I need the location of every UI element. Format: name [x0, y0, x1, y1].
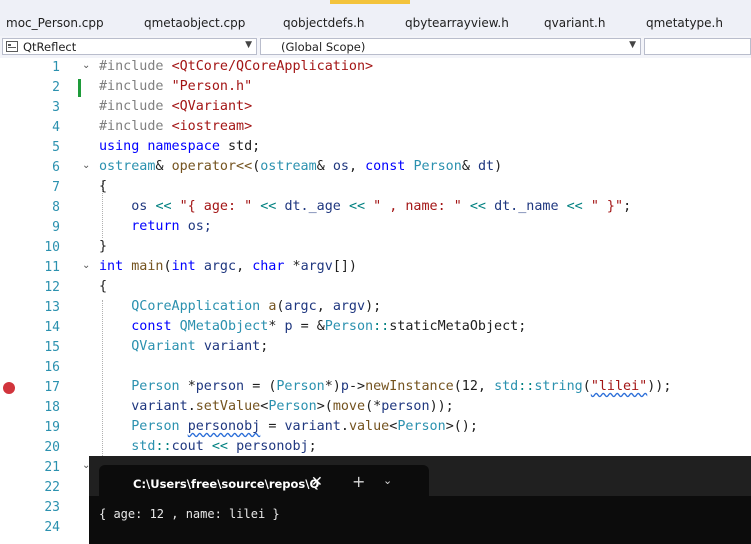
line-number: 17	[44, 380, 60, 395]
code-line-12: 12 {	[0, 278, 751, 298]
line-code: std::cout << personobj;	[131, 439, 317, 454]
fold-icon[interactable]: ⌄	[82, 60, 90, 71]
line-number: 4	[52, 120, 60, 135]
tab-qbytearrayview[interactable]: qbytearrayview.h	[405, 16, 509, 30]
tab-qvariant[interactable]: qvariant.h	[544, 16, 605, 30]
line-number: 18	[44, 400, 60, 415]
line-number: 2	[52, 80, 60, 95]
line-number: 16	[44, 360, 60, 375]
fold-icon[interactable]: ⌄	[82, 160, 90, 171]
code-line-3: 3 #include <QVariant>	[0, 98, 751, 118]
navigation-bar: QtReflect ▼ (Global Scope) ▼	[0, 36, 751, 59]
line-code: variant.setValue<Person>(move(*person));	[131, 399, 454, 414]
code-line-20: 20 std::cout << personobj;	[0, 438, 751, 458]
line-code: QVariant variant;	[131, 339, 269, 354]
tab-qobjectdefs[interactable]: qobjectdefs.h	[283, 16, 365, 30]
code-line-2: 2 #include "Person.h"	[0, 78, 751, 98]
code-line-11: 11 ⌄ int main(int argc, char *argv[])	[0, 258, 751, 278]
code-line-5: 5 using namespace std;	[0, 138, 751, 158]
code-line-19: 19 Person personobj = variant.value<Pers…	[0, 418, 751, 438]
line-code: const QMetaObject* p = &Person::staticMe…	[131, 319, 527, 334]
line-code: {	[99, 279, 108, 294]
line-number: 13	[44, 300, 60, 315]
line-code: #include "Person.h"	[99, 79, 253, 94]
line-code: {	[99, 179, 108, 194]
project-icon	[6, 41, 18, 52]
line-number: 15	[44, 340, 60, 355]
line-code: #include <iostream>	[99, 119, 253, 134]
line-code: return os;	[131, 219, 212, 234]
line-number: 1	[52, 60, 60, 75]
code-line-10: 10 }	[0, 238, 751, 258]
chevron-down-icon[interactable]: ⌄	[383, 474, 392, 487]
tab-qmetatype[interactable]: qmetatype.h	[646, 16, 723, 30]
document-tabs: moc_Person.cpp qmetaobject.cpp qobjectde…	[0, 12, 751, 37]
scope-dropdown[interactable]: (Global Scope) ▼	[260, 38, 641, 55]
line-number: 20	[44, 440, 60, 455]
plus-icon[interactable]: +	[352, 472, 365, 491]
member-dropdown[interactable]	[644, 38, 751, 55]
line-number: 10	[44, 240, 60, 255]
tab-qmetaobject[interactable]: qmetaobject.cpp	[144, 16, 245, 30]
close-icon[interactable]: ✕	[311, 474, 323, 490]
line-number: 21	[44, 460, 60, 475]
line-number: 24	[44, 520, 60, 535]
breakpoint-icon[interactable]	[3, 382, 15, 394]
chevron-down-icon: ▼	[629, 40, 636, 50]
code-line-14: 14 const QMetaObject* p = &Person::stati…	[0, 318, 751, 338]
terminal-output: { age: 12 , name: lilei }	[99, 507, 280, 521]
line-code: Person *person = (Person*)p->newInstance…	[131, 379, 672, 394]
line-number: 9	[52, 220, 60, 235]
line-code: #include <QVariant>	[99, 99, 253, 114]
line-code: ostream& operator<<(ostream& os, const P…	[99, 159, 503, 174]
scope-name: (Global Scope)	[281, 40, 366, 54]
terminal-tab[interactable]: C:\Users\free\source\repos\Q ✕	[99, 465, 429, 496]
code-line-8: 8 os << "{ age: " << dt._age << " , name…	[0, 198, 751, 218]
line-code: QCoreApplication a(argc, argv);	[131, 299, 382, 314]
project-dropdown[interactable]: QtReflect ▼	[2, 38, 257, 55]
line-number: 11	[44, 260, 60, 275]
tab-moc-person[interactable]: moc_Person.cpp	[6, 16, 104, 30]
line-code: os << "{ age: " << dt._age << " , name: …	[131, 199, 632, 214]
code-line-17: 17 Person *person = (Person*)p->newInsta…	[0, 378, 751, 398]
code-line-1: 1 ⌄ #include <QtCore/QCoreApplication>	[0, 58, 751, 78]
line-number: 5	[52, 140, 60, 155]
change-marker	[78, 79, 81, 97]
project-name: QtReflect	[23, 40, 77, 54]
fold-icon[interactable]: ⌄	[82, 260, 90, 271]
chevron-down-icon: ▼	[245, 40, 252, 50]
line-number: 3	[52, 100, 60, 115]
active-accent	[330, 0, 410, 4]
terminal-window[interactable]: C:\Users\free\source\repos\Q ✕ + ⌄ { age…	[89, 456, 751, 544]
code-line-6: 6 ⌄ ostream& operator<<(ostream& os, con…	[0, 158, 751, 178]
title-strip	[0, 0, 751, 12]
code-line-9: 9 return os;	[0, 218, 751, 238]
line-number: 6	[52, 160, 60, 175]
line-code: Person personobj = variant.value<Person>…	[131, 419, 478, 434]
code-line-18: 18 variant.setValue<Person>(move(*person…	[0, 398, 751, 418]
code-line-13: 13 QCoreApplication a(argc, argv);	[0, 298, 751, 318]
line-number: 23	[44, 500, 60, 515]
code-line-16: 16	[0, 358, 751, 378]
code-line-7: 7 {	[0, 178, 751, 198]
terminal-tab-title: C:\Users\free\source\repos\Q	[133, 477, 320, 491]
line-number: 14	[44, 320, 60, 335]
line-number: 8	[52, 200, 60, 215]
line-number: 7	[52, 180, 60, 195]
code-line-15: 15 QVariant variant;	[0, 338, 751, 358]
line-number: 22	[44, 480, 60, 495]
line-code: using namespace std;	[99, 139, 261, 154]
line-number: 19	[44, 420, 60, 435]
line-code: int main(int argc, char *argv[])	[99, 259, 357, 274]
terminal-tab-bar: C:\Users\free\source\repos\Q ✕ + ⌄	[89, 456, 751, 496]
line-code: }	[99, 239, 108, 254]
line-code: #include <QtCore/QCoreApplication>	[99, 59, 374, 74]
code-line-4: 4 #include <iostream>	[0, 118, 751, 138]
line-number: 12	[44, 280, 60, 295]
